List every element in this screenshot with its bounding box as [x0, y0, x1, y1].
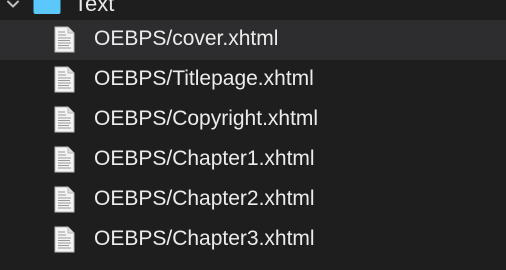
chevron-down-icon[interactable] — [6, 0, 20, 11]
file-row[interactable]: OEBPS/Chapter2.xhtml — [0, 180, 506, 220]
document-icon — [54, 226, 75, 253]
document-icon — [54, 66, 75, 93]
file-row[interactable]: OEBPS/Chapter1.xhtml — [0, 140, 506, 180]
file-label: OEBPS/Chapter2.xhtml — [94, 187, 315, 210]
file-tree: Text OEBPS/cover.xhtml OEBPS/Titlepage.x… — [0, 0, 506, 260]
file-row[interactable]: OEBPS/Chapter3.xhtml — [0, 220, 506, 260]
file-list: OEBPS/cover.xhtml OEBPS/Titlepage.xhtml … — [0, 20, 506, 260]
file-row[interactable]: OEBPS/Copyright.xhtml — [0, 100, 506, 140]
document-icon — [54, 146, 75, 173]
file-label: OEBPS/Copyright.xhtml — [94, 107, 319, 130]
file-label: OEBPS/Chapter1.xhtml — [94, 147, 315, 170]
file-row[interactable]: OEBPS/Titlepage.xhtml — [0, 60, 506, 100]
document-icon — [54, 186, 75, 213]
document-icon — [54, 26, 75, 53]
folder-label: Text — [74, 0, 115, 16]
file-label: OEBPS/Chapter3.xhtml — [94, 227, 315, 250]
document-icon — [54, 106, 75, 133]
folder-row-text[interactable]: Text — [0, 0, 506, 20]
file-row[interactable]: OEBPS/cover.xhtml — [0, 20, 506, 60]
folder-icon — [32, 0, 62, 15]
file-label: OEBPS/Titlepage.xhtml — [94, 67, 314, 90]
file-label: OEBPS/cover.xhtml — [94, 27, 279, 50]
